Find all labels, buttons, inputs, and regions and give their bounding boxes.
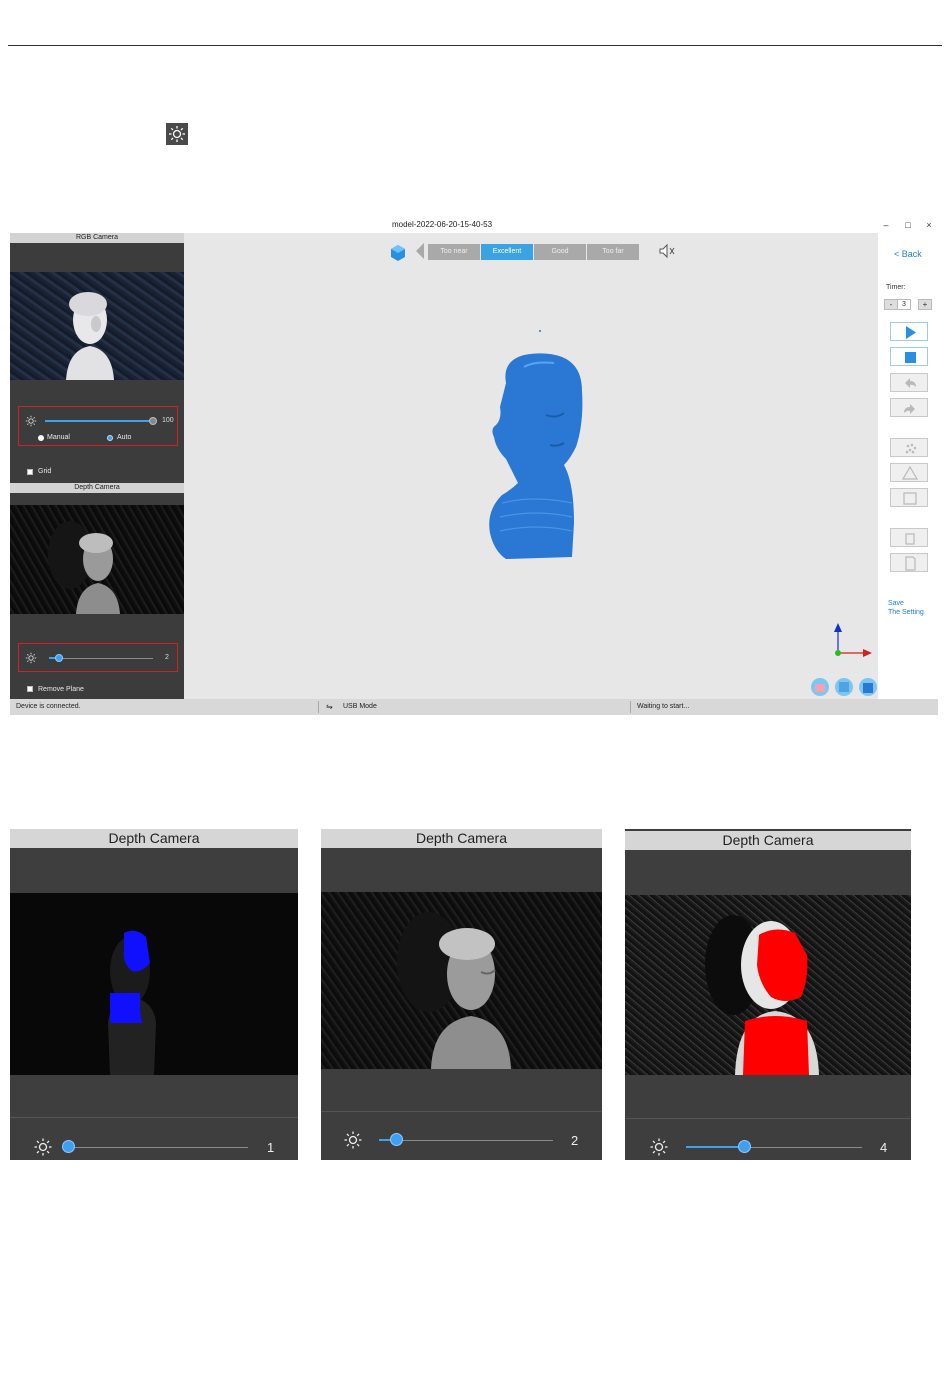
- stop-scan-button[interactable]: [890, 347, 928, 366]
- manual-label: Manual: [47, 434, 70, 441]
- exposure-icon: [166, 123, 188, 145]
- minimize-button[interactable]: –: [880, 219, 892, 231]
- depth-exposure-value: 2: [165, 654, 169, 661]
- depth-exposure-control: 2: [18, 643, 178, 672]
- rgb-camera-preview: [10, 272, 184, 380]
- window-title: model-2022-06-20-15-40-53: [391, 220, 493, 229]
- auto-label: Auto: [117, 434, 132, 441]
- texture-button[interactable]: [890, 488, 928, 507]
- status-bar: Device is connected. ⇋ USB Mode Waiting …: [10, 699, 938, 715]
- rgb-exposure-thumb[interactable]: [149, 417, 157, 425]
- play-icon: [906, 326, 916, 339]
- exposure-thumb[interactable]: [61, 1140, 75, 1153]
- cube-icon: [391, 245, 405, 261]
- depth-example-image: [10, 893, 298, 1075]
- rgb-exposure-value: 100: [162, 417, 174, 424]
- grid-label: Grid: [38, 468, 52, 475]
- remove-plane-checkbox[interactable]: [27, 686, 33, 692]
- scanner-app-window: model-2022-06-20-15-40-53 – □ × RGB Came…: [10, 217, 938, 715]
- depth-camera-preview: [10, 505, 184, 614]
- status-divider: [630, 701, 631, 713]
- status-mode: USB Mode: [343, 703, 377, 710]
- depth-example-1: Depth Camera 1: [10, 829, 298, 1160]
- segment-too-far: Too far: [587, 244, 639, 260]
- rgb-exposure-fill: [45, 420, 153, 422]
- exposure-value: 4: [880, 1140, 888, 1155]
- camera-sidebar: RGB Camera 100 Manual Auto Grid Depth Ca…: [10, 233, 184, 699]
- exposure-value: 2: [571, 1133, 579, 1148]
- mute-icon: [659, 243, 675, 259]
- exposure-thumb[interactable]: [389, 1133, 403, 1146]
- usb-icon: ⇋: [326, 702, 333, 711]
- export-button[interactable]: [890, 553, 928, 572]
- save-line-2: The Setting: [888, 609, 924, 616]
- timer-value[interactable]: 3: [897, 299, 911, 310]
- control-divider: [625, 1118, 911, 1119]
- timer-label: Timer:: [886, 284, 906, 291]
- exposure-fill: [686, 1146, 744, 1148]
- status-device: Device is connected.: [16, 703, 81, 710]
- undo-button[interactable]: [890, 373, 928, 392]
- save-setting-link[interactable]: Save The Setting: [888, 599, 924, 617]
- redo-button[interactable]: [890, 398, 928, 417]
- axis-gizmo: [834, 623, 872, 657]
- segment-too-near: Too near: [428, 244, 480, 260]
- timer-increment-button[interactable]: +: [918, 299, 932, 310]
- back-link[interactable]: < Back: [894, 249, 922, 259]
- auto-radio[interactable]: [107, 435, 113, 441]
- manual-radio[interactable]: [38, 435, 44, 441]
- depth-example-3: Depth Camera 4: [625, 829, 911, 1160]
- mesh-icon: [901, 465, 919, 480]
- start-scan-button[interactable]: [890, 322, 928, 341]
- scanned-bust-model: [489, 353, 583, 559]
- remove-plane-label: Remove Plane: [38, 686, 84, 693]
- segment-excellent: Excellent: [481, 244, 533, 260]
- depth-example-header: Depth Camera: [321, 829, 602, 848]
- brightness-icon: [33, 1137, 53, 1157]
- exposure-track[interactable]: [379, 1140, 553, 1141]
- grid-checkbox[interactable]: [27, 469, 33, 475]
- rgb-camera-header: RGB Camera: [10, 233, 184, 243]
- brightness-icon: [25, 415, 37, 427]
- depth-example-2: Depth Camera 2: [321, 829, 602, 1160]
- title-bar: model-2022-06-20-15-40-53 – □ ×: [10, 217, 938, 233]
- control-sidebar: < Back Timer: - 3 + Save The Setting: [878, 233, 938, 699]
- save-line-1: Save: [888, 600, 904, 607]
- redo-icon: [904, 404, 915, 414]
- 3d-viewport[interactable]: [184, 233, 878, 699]
- depth-example-header: Depth Camera: [625, 831, 911, 850]
- depth-example-header: Depth Camera: [10, 829, 298, 848]
- timer-decrement-button[interactable]: -: [884, 299, 898, 310]
- brightness-icon: [343, 1130, 363, 1150]
- brightness-icon: [649, 1137, 669, 1157]
- depth-example-image: [625, 895, 911, 1075]
- depth-example-image: [321, 892, 602, 1069]
- point-cloud-icon: [905, 443, 917, 454]
- trash-icon: [905, 533, 915, 545]
- exposure-thumb[interactable]: [737, 1140, 751, 1153]
- exposure-track[interactable]: [68, 1147, 248, 1148]
- mesh-button[interactable]: [890, 463, 928, 482]
- rgb-exposure-control: 100 Manual Auto: [18, 406, 178, 446]
- point-cloud-button[interactable]: [890, 438, 928, 457]
- delete-button[interactable]: [890, 528, 928, 547]
- segment-good: Good: [534, 244, 586, 260]
- export-icon: [905, 556, 916, 571]
- image-icon: [903, 492, 917, 505]
- undo-icon: [905, 378, 916, 388]
- depth-exposure-thumb[interactable]: [55, 654, 63, 662]
- close-button[interactable]: ×: [923, 219, 935, 231]
- maximize-button[interactable]: □: [902, 219, 914, 231]
- view-mode-icons: [811, 678, 877, 696]
- stop-icon: [905, 352, 916, 363]
- depth-camera-header: Depth Camera: [10, 483, 184, 493]
- depth-exposure-track[interactable]: [49, 658, 153, 659]
- status-divider: [318, 701, 319, 713]
- control-divider: [321, 1111, 602, 1112]
- exposure-value: 1: [267, 1140, 275, 1155]
- brightness-icon: [25, 652, 37, 664]
- status-state: Waiting to start...: [637, 703, 690, 710]
- control-divider: [10, 1117, 298, 1118]
- document-rule: [8, 45, 942, 46]
